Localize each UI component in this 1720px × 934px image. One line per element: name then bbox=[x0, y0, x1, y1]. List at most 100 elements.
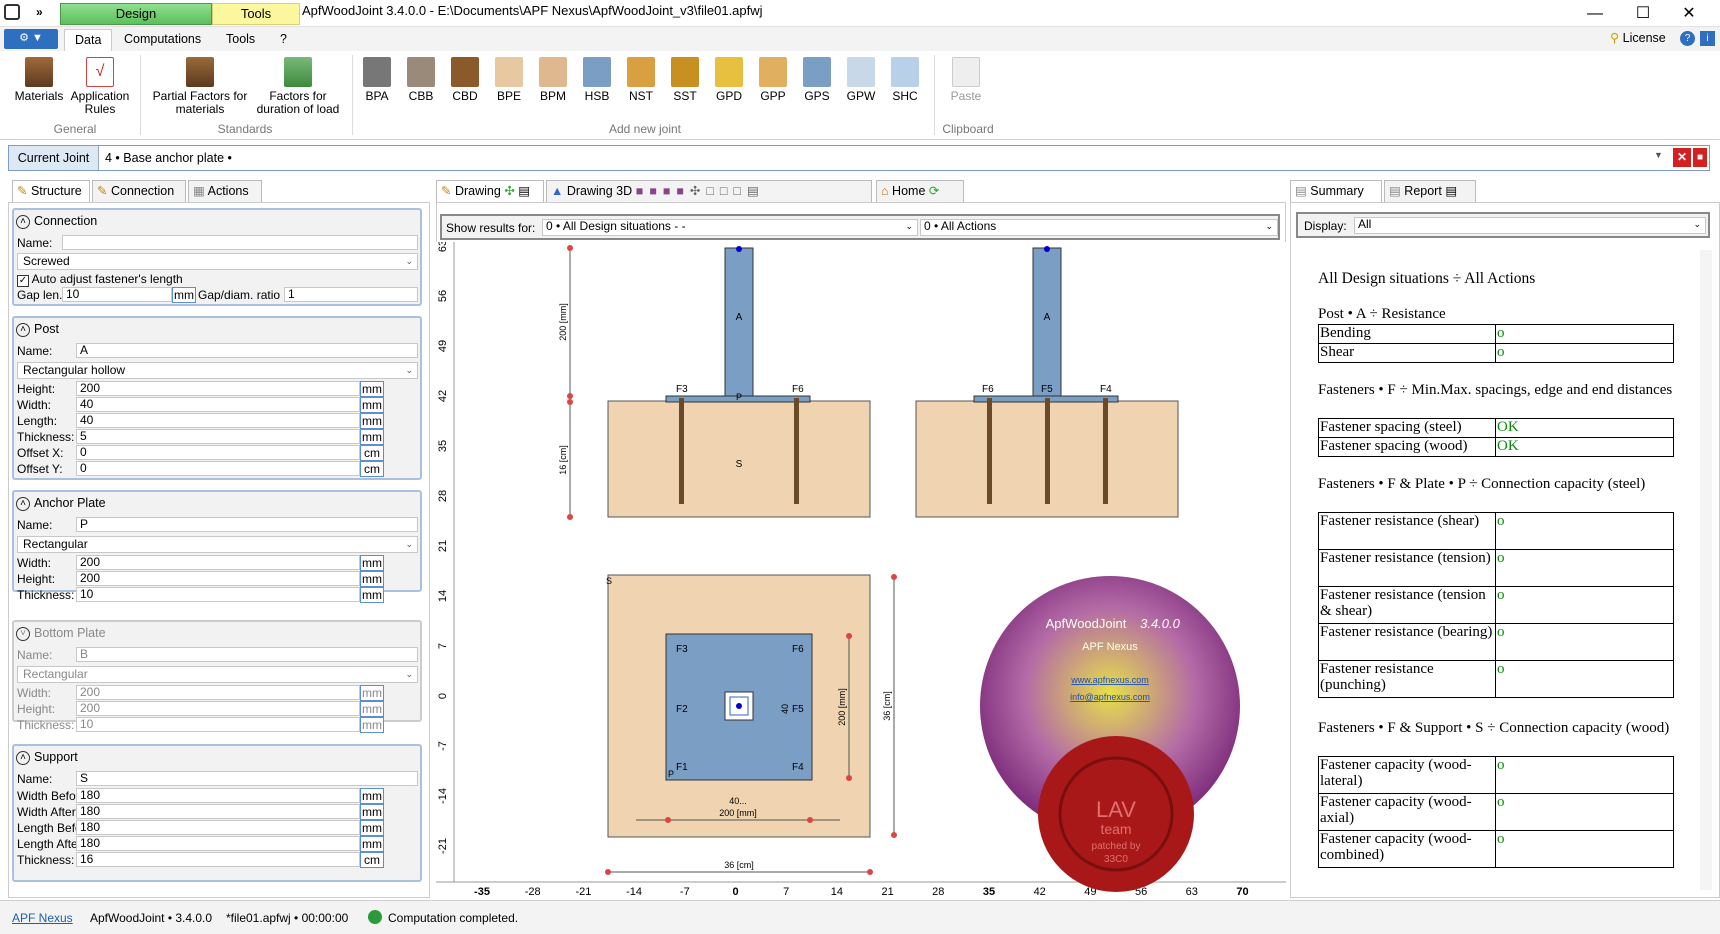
joint-button-bpe[interactable]: BPE bbox=[488, 57, 530, 103]
current-joint-select[interactable]: 4 • Base anchor plate • bbox=[105, 151, 232, 165]
ribbon-tab-data[interactable]: Data bbox=[64, 29, 113, 51]
materials-button[interactable]: Materials bbox=[12, 57, 66, 103]
actions-select[interactable]: 0 • All Actions ⌄ bbox=[920, 219, 1278, 236]
post-header[interactable]: ˄ Post bbox=[16, 322, 59, 337]
unit-selector[interactable]: mm bbox=[360, 836, 384, 852]
joint-button-cbb[interactable]: CBB bbox=[400, 57, 442, 103]
splash-email-link[interactable]: info@apfnexus.com bbox=[1070, 692, 1150, 702]
joint-button-sst[interactable]: SST bbox=[664, 57, 706, 103]
connection-type-select[interactable]: Screwed ⌄ bbox=[17, 253, 418, 270]
unit-selector[interactable]: mm bbox=[360, 788, 384, 804]
duration-factors-button[interactable]: Factors for duration of load bbox=[250, 57, 346, 116]
bottom-plate-type-select[interactable]: Rectangular ⌄ bbox=[17, 666, 418, 683]
chevron-down-icon[interactable]: ▼ bbox=[1654, 150, 1663, 160]
joint-button-gpp[interactable]: GPP bbox=[752, 57, 794, 103]
tab-structure[interactable]: ✎ Structure bbox=[12, 180, 90, 202]
support-value-input[interactable]: 180 bbox=[76, 820, 360, 835]
info-icon[interactable]: i bbox=[1700, 31, 1715, 46]
anchor-plate-value-input[interactable]: 200 bbox=[76, 555, 360, 570]
support-value-input[interactable]: 16 bbox=[76, 852, 360, 867]
collapse-icon[interactable]: ˄ bbox=[16, 214, 30, 229]
ribbon-tab-computations[interactable]: Computations bbox=[114, 29, 211, 51]
license-button[interactable]: ⚲ License bbox=[1610, 30, 1666, 45]
post-value-input[interactable]: 200 bbox=[76, 381, 360, 396]
unit-selector[interactable]: mm bbox=[360, 571, 384, 587]
unit-selector[interactable]: cm bbox=[360, 461, 384, 477]
quick-access-chevron-icon[interactable]: » bbox=[36, 5, 43, 19]
file-menu-button[interactable]: ⚙ ▼ bbox=[4, 29, 58, 49]
unit-selector[interactable]: mm bbox=[360, 717, 384, 733]
joint-button-gps[interactable]: GPS bbox=[796, 57, 838, 103]
collapse-icon[interactable]: ˄ bbox=[16, 496, 30, 511]
gap-ratio-input[interactable]: 1 bbox=[284, 287, 418, 302]
tab-report[interactable]: ▤ Report ▤ bbox=[1384, 180, 1476, 202]
joint-button-shc[interactable]: SHC bbox=[884, 57, 926, 103]
delete-joint-icon[interactable]: ✕ bbox=[1673, 148, 1691, 167]
gap-unit[interactable]: mm bbox=[172, 287, 196, 303]
post-name-input[interactable]: A bbox=[76, 343, 418, 358]
unit-selector[interactable]: cm bbox=[360, 852, 384, 868]
tab-drawing-3d[interactable]: ▲ Drawing 3D ■■■■✣□□□▤ bbox=[546, 180, 872, 202]
tab-summary[interactable]: ▤ Summary bbox=[1290, 180, 1382, 202]
anchor-plate-name-input[interactable]: P bbox=[76, 517, 418, 532]
ribbon-tab-tools[interactable]: Tools bbox=[216, 29, 265, 51]
unit-selector[interactable]: mm bbox=[360, 587, 384, 603]
post-value-input[interactable]: 40 bbox=[76, 413, 360, 428]
tab-drawing[interactable]: ✎ Drawing ✣ ▤ bbox=[436, 180, 544, 202]
unit-selector[interactable]: mm bbox=[360, 804, 384, 820]
unit-selector[interactable]: mm bbox=[360, 555, 384, 571]
support-header[interactable]: ˄ Support bbox=[16, 750, 78, 765]
unit-selector[interactable]: cm bbox=[360, 445, 384, 461]
app-menu-icon[interactable] bbox=[4, 4, 20, 20]
unit-selector[interactable]: mm bbox=[360, 685, 384, 701]
fit-icon[interactable]: ✣ bbox=[504, 184, 514, 198]
help-icon[interactable]: ? bbox=[1680, 31, 1695, 46]
context-tab-tools[interactable]: Tools bbox=[212, 3, 300, 25]
tab-actions[interactable]: ▦ Actions bbox=[188, 180, 262, 202]
anchor-plate-header[interactable]: ˄ Anchor Plate bbox=[16, 496, 106, 511]
post-value-input[interactable]: 5 bbox=[76, 429, 360, 444]
post-type-select[interactable]: Rectangular hollow ⌄ bbox=[17, 362, 418, 379]
partial-factors-button[interactable]: Partial Factors for materials bbox=[150, 57, 250, 116]
joint-button-nst[interactable]: NST bbox=[620, 57, 662, 103]
save-icon[interactable]: ▤ bbox=[1445, 184, 1457, 198]
bottom-plate-header[interactable]: ˅ Bottom Plate bbox=[16, 626, 106, 641]
apf-nexus-link[interactable]: APF Nexus bbox=[12, 911, 73, 925]
bottom-plate-value-input[interactable]: 200 bbox=[76, 701, 360, 716]
context-tab-design[interactable]: Design bbox=[60, 3, 212, 25]
maximize-icon[interactable]: ☐ bbox=[1620, 2, 1666, 26]
joint-drawing[interactable]: 635649423528211470-7-14-21 -35 -28 -21 -14-… bbox=[436, 242, 1286, 898]
view-extra-icons[interactable]: ✣□□□▤ bbox=[690, 184, 765, 198]
joint-button-gpd[interactable]: GPD bbox=[708, 57, 750, 103]
unit-selector[interactable]: mm bbox=[360, 381, 384, 397]
refresh-icon[interactable]: ⟳ bbox=[929, 184, 939, 198]
support-name-input[interactable]: S bbox=[76, 771, 418, 786]
minimize-icon[interactable]: — bbox=[1572, 2, 1618, 26]
joint-button-bpa[interactable]: BPA bbox=[356, 57, 398, 103]
post-value-input[interactable]: 0 bbox=[76, 461, 360, 476]
tab-connection[interactable]: ✎ Connection bbox=[92, 180, 186, 202]
gap-length-input[interactable]: 10 bbox=[62, 287, 172, 302]
joint-button-bpm[interactable]: BPM bbox=[532, 57, 574, 103]
anchor-plate-value-input[interactable]: 200 bbox=[76, 571, 360, 586]
unit-selector[interactable]: mm bbox=[360, 701, 384, 717]
bottom-plate-value-input[interactable]: 10 bbox=[76, 717, 360, 732]
report-scrollbar[interactable] bbox=[1700, 250, 1712, 890]
post-value-input[interactable]: 40 bbox=[76, 397, 360, 412]
joint-button-gpw[interactable]: GPW bbox=[840, 57, 882, 103]
collapse-icon[interactable]: ˄ bbox=[16, 322, 30, 337]
unit-selector[interactable]: mm bbox=[360, 413, 384, 429]
save-icon[interactable]: ▤ bbox=[518, 184, 530, 198]
application-rules-button[interactable]: √ Application Rules bbox=[68, 57, 132, 116]
display-select[interactable]: All ⌄ bbox=[1354, 217, 1706, 234]
connection-name-input[interactable] bbox=[62, 235, 418, 250]
bottom-plate-name-input[interactable]: B bbox=[76, 647, 418, 662]
view-cube-icons[interactable]: ■■■■ bbox=[636, 184, 690, 198]
joint-button-cbd[interactable]: CBD bbox=[444, 57, 486, 103]
collapse-icon[interactable]: ˄ bbox=[16, 750, 30, 765]
tab-home[interactable]: ⌂ Home ⟳ bbox=[876, 180, 964, 202]
anchor-plate-value-input[interactable]: 10 bbox=[76, 587, 360, 602]
trash-icon[interactable]: ■ bbox=[1693, 148, 1707, 167]
splash-web-link[interactable]: www.apfnexus.com bbox=[1070, 675, 1149, 685]
connection-header[interactable]: ˄ Connection bbox=[16, 214, 97, 229]
